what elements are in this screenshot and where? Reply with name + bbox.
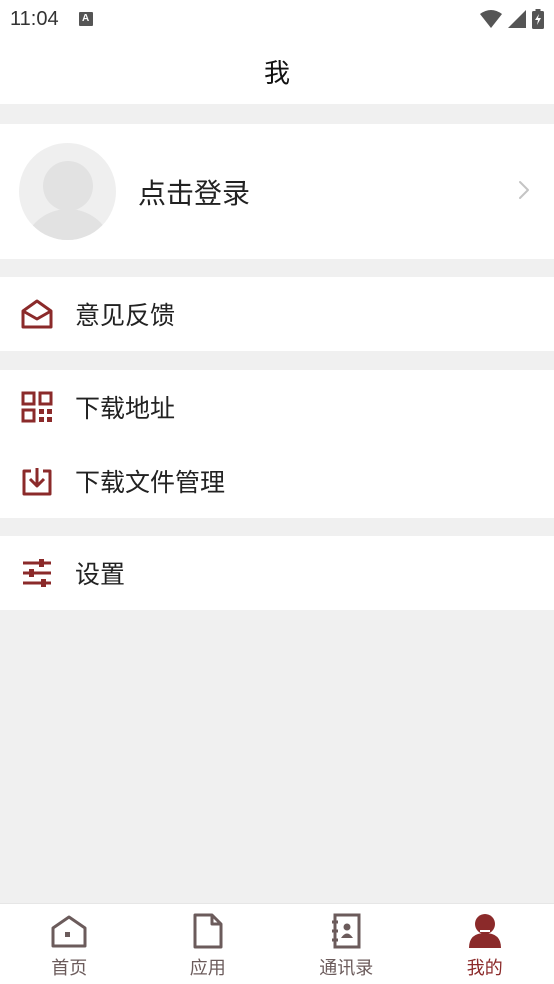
- signal-icon: [508, 10, 526, 28]
- status-time: 11:04: [10, 7, 59, 30]
- menu-item-settings[interactable]: 设置: [0, 536, 554, 610]
- battery-icon: [532, 9, 544, 29]
- wifi-icon: [480, 10, 502, 28]
- tab-contacts[interactable]: 通讯录: [277, 904, 416, 984]
- tab-label-contacts: 通讯录: [319, 958, 374, 979]
- tab-label-me: 我的: [466, 958, 503, 979]
- status-icons: [480, 9, 544, 29]
- status-bar: 11:04 A: [0, 0, 554, 38]
- avatar: [19, 143, 116, 240]
- chevron-right-icon: [519, 181, 529, 199]
- mail-open-icon: [20, 297, 54, 331]
- menu-label-feedback: 意见反馈: [75, 301, 176, 330]
- settings-section: 设置: [0, 536, 554, 610]
- bottom-tab-bar: 首页 应用 通讯录 我的: [0, 903, 554, 984]
- title-bar: 我: [0, 38, 554, 104]
- tab-home[interactable]: 首页: [0, 904, 139, 984]
- menu-item-feedback[interactable]: 意见反馈: [0, 277, 554, 351]
- profile-login-row[interactable]: 点击登录: [0, 124, 554, 259]
- avatar-body: [22, 209, 114, 240]
- tab-label-home: 首页: [51, 958, 88, 979]
- sliders-icon: [20, 556, 54, 590]
- contacts-icon: [327, 912, 365, 950]
- qr-code-icon: [20, 390, 54, 424]
- tab-apps[interactable]: 应用: [139, 904, 278, 984]
- avatar-head: [43, 161, 93, 211]
- menu-label-settings: 设置: [75, 560, 126, 589]
- download-section: 下载地址 下载文件管理: [0, 370, 554, 518]
- menu-label-download-address: 下载地址: [75, 394, 176, 423]
- download-icon: [20, 464, 54, 498]
- feedback-section: 意见反馈: [0, 277, 554, 351]
- page-title: 我: [263, 58, 290, 89]
- person-icon: [466, 912, 504, 950]
- notification-icon: A: [78, 12, 93, 26]
- home-icon: [50, 912, 88, 950]
- login-label: 点击登录: [138, 176, 251, 210]
- tab-label-apps: 应用: [189, 958, 226, 979]
- menu-item-download-address[interactable]: 下载地址: [0, 370, 554, 444]
- tab-me[interactable]: 我的: [416, 904, 554, 984]
- document-icon: [189, 912, 227, 950]
- menu-label-download-manager: 下载文件管理: [75, 468, 226, 497]
- menu-item-download-manager[interactable]: 下载文件管理: [0, 444, 554, 518]
